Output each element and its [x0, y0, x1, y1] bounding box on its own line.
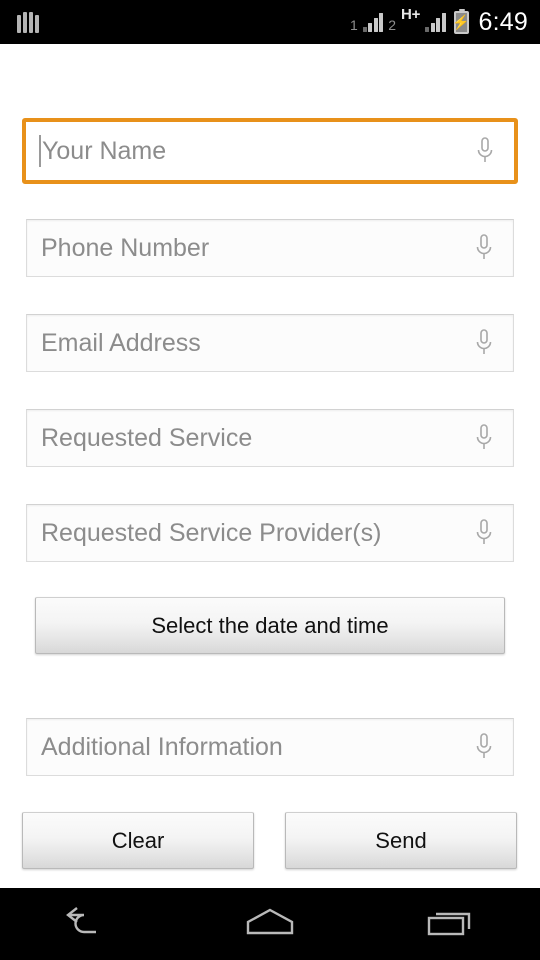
network-type-label: H+	[401, 6, 421, 23]
email-input[interactable]: Email Address	[26, 314, 514, 372]
navigation-bar	[0, 888, 540, 960]
name-input[interactable]: Your Name	[22, 118, 518, 184]
name-input-placeholder: Your Name	[42, 136, 167, 165]
microphone-icon[interactable]	[473, 328, 495, 358]
requested-service-provider-input[interactable]: Requested Service Provider(s)	[26, 504, 514, 562]
select-date-time-button[interactable]: Select the date and time	[35, 597, 505, 654]
microphone-icon[interactable]	[473, 518, 495, 548]
phone-input-placeholder: Phone Number	[41, 233, 210, 262]
sim1-label: 1	[349, 17, 358, 33]
form-content: Your Name Phone Number Email Address Req…	[0, 44, 540, 888]
microphone-icon[interactable]	[473, 233, 495, 263]
requested-service-input[interactable]: Requested Service	[26, 409, 514, 467]
back-icon	[64, 905, 116, 944]
requested-service-input-placeholder: Requested Service	[41, 423, 253, 452]
send-button[interactable]: Send	[285, 812, 517, 869]
status-bar-clock: 6:49	[478, 7, 528, 36]
recents-button[interactable]	[360, 888, 540, 960]
additional-information-input-placeholder: Additional Information	[41, 732, 283, 761]
clear-button-label: Clear	[111, 827, 165, 853]
microphone-icon[interactable]	[474, 136, 496, 166]
battery-charging-icon: ⚡	[452, 8, 470, 34]
charging-bolt-icon: ⚡	[452, 14, 470, 30]
text-caret	[39, 135, 41, 167]
home-button[interactable]	[180, 888, 360, 960]
phone-input[interactable]: Phone Number	[26, 219, 514, 277]
select-date-time-button-label: Select the date and time	[151, 612, 389, 638]
sim2-label: 2	[388, 17, 397, 33]
back-button[interactable]	[0, 888, 180, 960]
additional-information-input[interactable]: Additional Information	[26, 718, 514, 776]
sim2-signal-bars-icon	[425, 12, 446, 32]
microphone-icon[interactable]	[473, 732, 495, 762]
send-button-label: Send	[375, 827, 427, 853]
sim1-signal-bars-icon	[362, 12, 384, 32]
requested-service-provider-input-placeholder: Requested Service Provider(s)	[41, 518, 382, 547]
status-bar: 1 2 H+ ⚡ 6:49	[0, 0, 540, 44]
microphone-icon[interactable]	[473, 423, 495, 453]
equalizer-bars-icon	[17, 11, 39, 33]
recents-icon	[424, 905, 476, 944]
clear-button[interactable]: Clear	[22, 812, 254, 869]
status-icons: 1 2 H+ ⚡ 6:49	[350, 0, 528, 44]
home-icon	[242, 905, 298, 944]
email-input-placeholder: Email Address	[41, 328, 201, 357]
